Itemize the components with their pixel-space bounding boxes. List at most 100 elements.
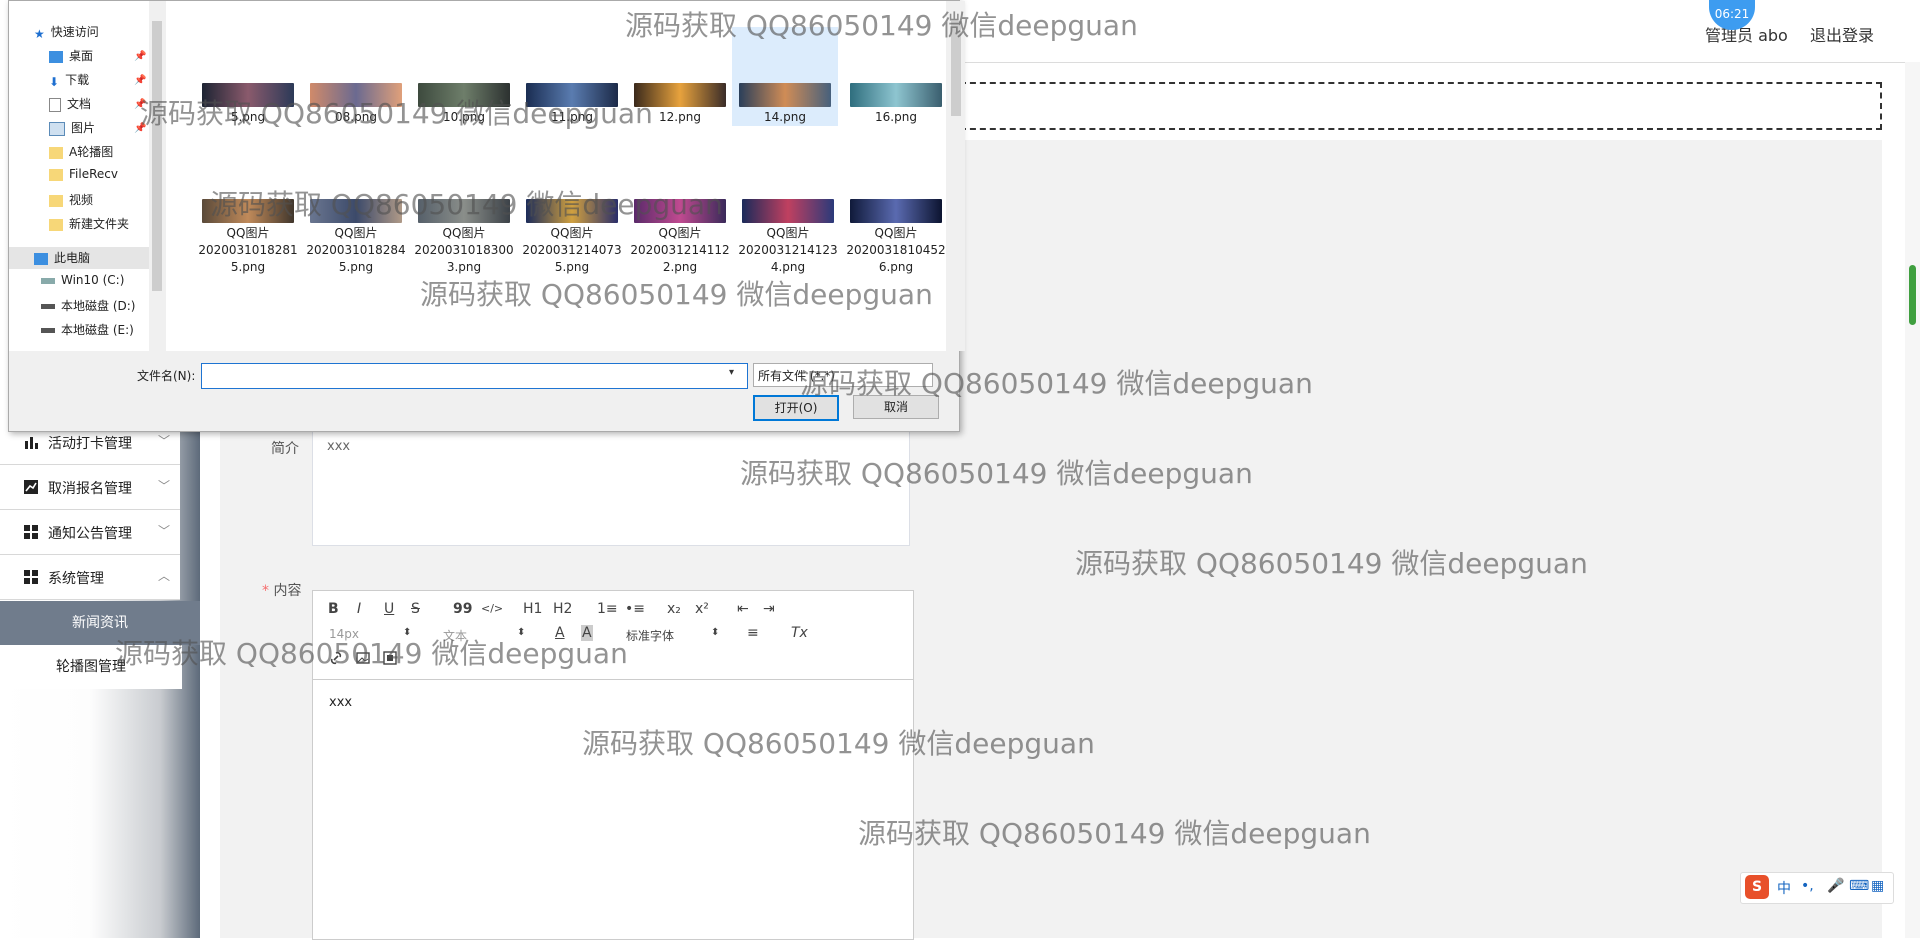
intro-textarea[interactable]: xxx (312, 430, 910, 546)
page-scrollbar[interactable] (1905, 62, 1920, 938)
editor-content[interactable]: xxx (329, 695, 352, 710)
file-item[interactable]: QQ图片 2020031018281 5.png (198, 199, 298, 276)
clear-format-button[interactable]: Tx (791, 625, 808, 641)
file-thumbnail (739, 83, 831, 107)
ime-toolbar[interactable]: S 中 •, 🎤 ⌨ ▦ (1740, 872, 1894, 904)
folder-icon (49, 146, 63, 159)
rich-text-editor[interactable]: B I U S 99 </> H1 H2 1≡ •≡ x₂ x² ⇤ ⇥ 14p… (312, 590, 914, 940)
keyboard-icon[interactable]: ⌨ (1849, 878, 1869, 894)
subscript-button[interactable]: x₂ (667, 601, 681, 617)
cancel-button[interactable]: 取消 (853, 395, 939, 419)
nav-drive-d[interactable]: 本地磁盘 (D:) (41, 297, 135, 319)
link-icon[interactable] (329, 651, 343, 665)
nav-drive-e[interactable]: 本地磁盘 (E:) (41, 321, 134, 343)
nav-pictures[interactable]: 图片 (49, 119, 95, 141)
video-icon[interactable] (383, 651, 397, 665)
nav-folder-new[interactable]: 新建文件夹 (49, 215, 129, 237)
folder-icon (49, 218, 63, 231)
title-input[interactable] (950, 82, 1882, 130)
logout-link[interactable]: 退出登录 (1810, 22, 1874, 46)
ime-punct-toggle[interactable]: •, (1801, 878, 1814, 894)
file-thumbnail (526, 83, 618, 107)
file-item[interactable]: 12.png (630, 83, 730, 126)
h2-button[interactable]: H2 (553, 601, 572, 617)
file-list-scrollbar-thumb[interactable] (951, 21, 961, 116)
microphone-icon[interactable]: 🎤 (1827, 878, 1844, 894)
chevron-down-icon[interactable]: ▾ (729, 367, 734, 378)
open-button[interactable]: 打开(O) (753, 395, 839, 421)
sidebar-subitem-news[interactable]: 新闻资讯 (0, 601, 200, 645)
code-button[interactable]: </> (481, 602, 503, 615)
grid-icon[interactable]: ▦ (1871, 878, 1884, 894)
editor-toolbar: B I U S 99 </> H1 H2 1≡ •≡ x₂ x² ⇤ ⇥ 14p… (313, 591, 913, 680)
superscript-button[interactable]: x² (695, 601, 709, 617)
file-item[interactable]: 5.png (198, 83, 298, 126)
star-icon: ★ (34, 26, 45, 41)
page-scrollbar-thumb[interactable] (1909, 265, 1916, 325)
nav-drive-c[interactable]: Win10 (C:) (41, 273, 124, 295)
computer-icon (34, 252, 48, 265)
file-item[interactable]: 11.png (522, 83, 622, 126)
font-color-button[interactable]: A (555, 625, 565, 641)
strike-button[interactable]: S (411, 601, 420, 617)
ime-lang-toggle[interactable]: 中 (1777, 878, 1791, 898)
nav-folder-videos[interactable]: 视频 (49, 191, 93, 213)
folder-icon (49, 194, 63, 207)
chevron-updown-icon: ⬍ (517, 627, 526, 638)
chevron-down-icon: ﹀ (158, 524, 171, 538)
ordered-list-button[interactable]: 1≡ (597, 601, 618, 617)
nav-documents[interactable]: 文档 (49, 95, 91, 117)
file-item[interactable]: 10.png (414, 83, 514, 126)
align-button[interactable]: ≡ (747, 625, 759, 641)
file-thumbnail (526, 199, 618, 223)
nav-scrollbar-thumb[interactable] (152, 21, 162, 291)
file-thumbnail (418, 199, 510, 223)
sidebar-item-cancel-signup[interactable]: 取消报名管理 ﹀ (0, 465, 180, 510)
nav-desktop[interactable]: 桌面 (49, 47, 93, 69)
bar-chart-icon (25, 437, 38, 449)
nav-downloads[interactable]: ⬇ 下载 (49, 71, 89, 93)
current-user[interactable]: 管理员 abo (1705, 22, 1788, 46)
file-item-selected[interactable]: 14.png (732, 27, 838, 126)
file-thumbnail (202, 83, 294, 107)
file-item[interactable]: QQ图片 2020031018300 3.png (414, 199, 514, 276)
nav-folder-filerecv[interactable]: FileRecv (49, 167, 118, 189)
indent-button[interactable]: ⇥ (763, 601, 775, 617)
picture-icon (49, 121, 65, 136)
file-item[interactable]: 08.png (306, 83, 406, 126)
outdent-button[interactable]: ⇤ (737, 601, 749, 617)
dialog-nav-pane: ★ 快速访问 桌面 ⬇ 下载 文档 图片 📌 📌 📌 📌 A轮播图 FileRecv… (9, 1, 172, 351)
sidebar-item-system[interactable]: 系统管理 ︿ (0, 555, 180, 600)
filename-input[interactable] (201, 363, 748, 389)
underline-button[interactable]: U (384, 601, 394, 617)
file-item[interactable]: 16.png (846, 83, 946, 126)
nav-quick-access[interactable]: ★ 快速访问 (34, 23, 99, 45)
bold-button[interactable]: B (328, 601, 339, 617)
desktop-icon (49, 50, 63, 63)
sidebar-subitem-carousel[interactable]: 轮播图管理 (0, 645, 182, 689)
file-item[interactable]: QQ图片 2020031214123 4.png (738, 199, 838, 276)
nav-folder-carousel[interactable]: A轮播图 (49, 143, 113, 165)
file-thumbnail (850, 199, 942, 223)
h1-button[interactable]: H1 (523, 601, 542, 617)
pin-icon: 📌 (134, 99, 147, 110)
download-icon: ⬇ (49, 74, 60, 89)
file-thumbnail (310, 83, 402, 107)
file-item[interactable]: QQ图片 2020031018284 5.png (306, 199, 406, 276)
italic-button[interactable]: I (357, 601, 361, 617)
text-style-select[interactable]: 文本 (443, 627, 467, 644)
file-item[interactable]: QQ图片 2020031214112 2.png (630, 199, 730, 276)
file-item[interactable]: QQ图片 2020031214073 5.png (522, 199, 622, 276)
sidebar-item-label: 系统管理 (48, 571, 104, 587)
file-item[interactable]: QQ图片 2020031810452 6.png (846, 199, 946, 276)
bullet-list-button[interactable]: •≡ (625, 601, 645, 617)
font-family-select[interactable]: 标准字体 (626, 627, 674, 644)
blockquote-button[interactable]: 99 (453, 601, 472, 617)
nav-this-pc[interactable]: 此电脑 (9, 247, 172, 269)
bg-color-button[interactable]: A (581, 625, 593, 641)
filetype-select[interactable]: 所有文件 (*.*) (753, 363, 933, 387)
image-icon[interactable] (356, 651, 370, 665)
sidebar-item-notice[interactable]: 通知公告管理 ﹀ (0, 510, 180, 555)
font-size-select[interactable]: 14px (329, 627, 359, 641)
chevron-down-icon: ﹀ (158, 479, 171, 493)
